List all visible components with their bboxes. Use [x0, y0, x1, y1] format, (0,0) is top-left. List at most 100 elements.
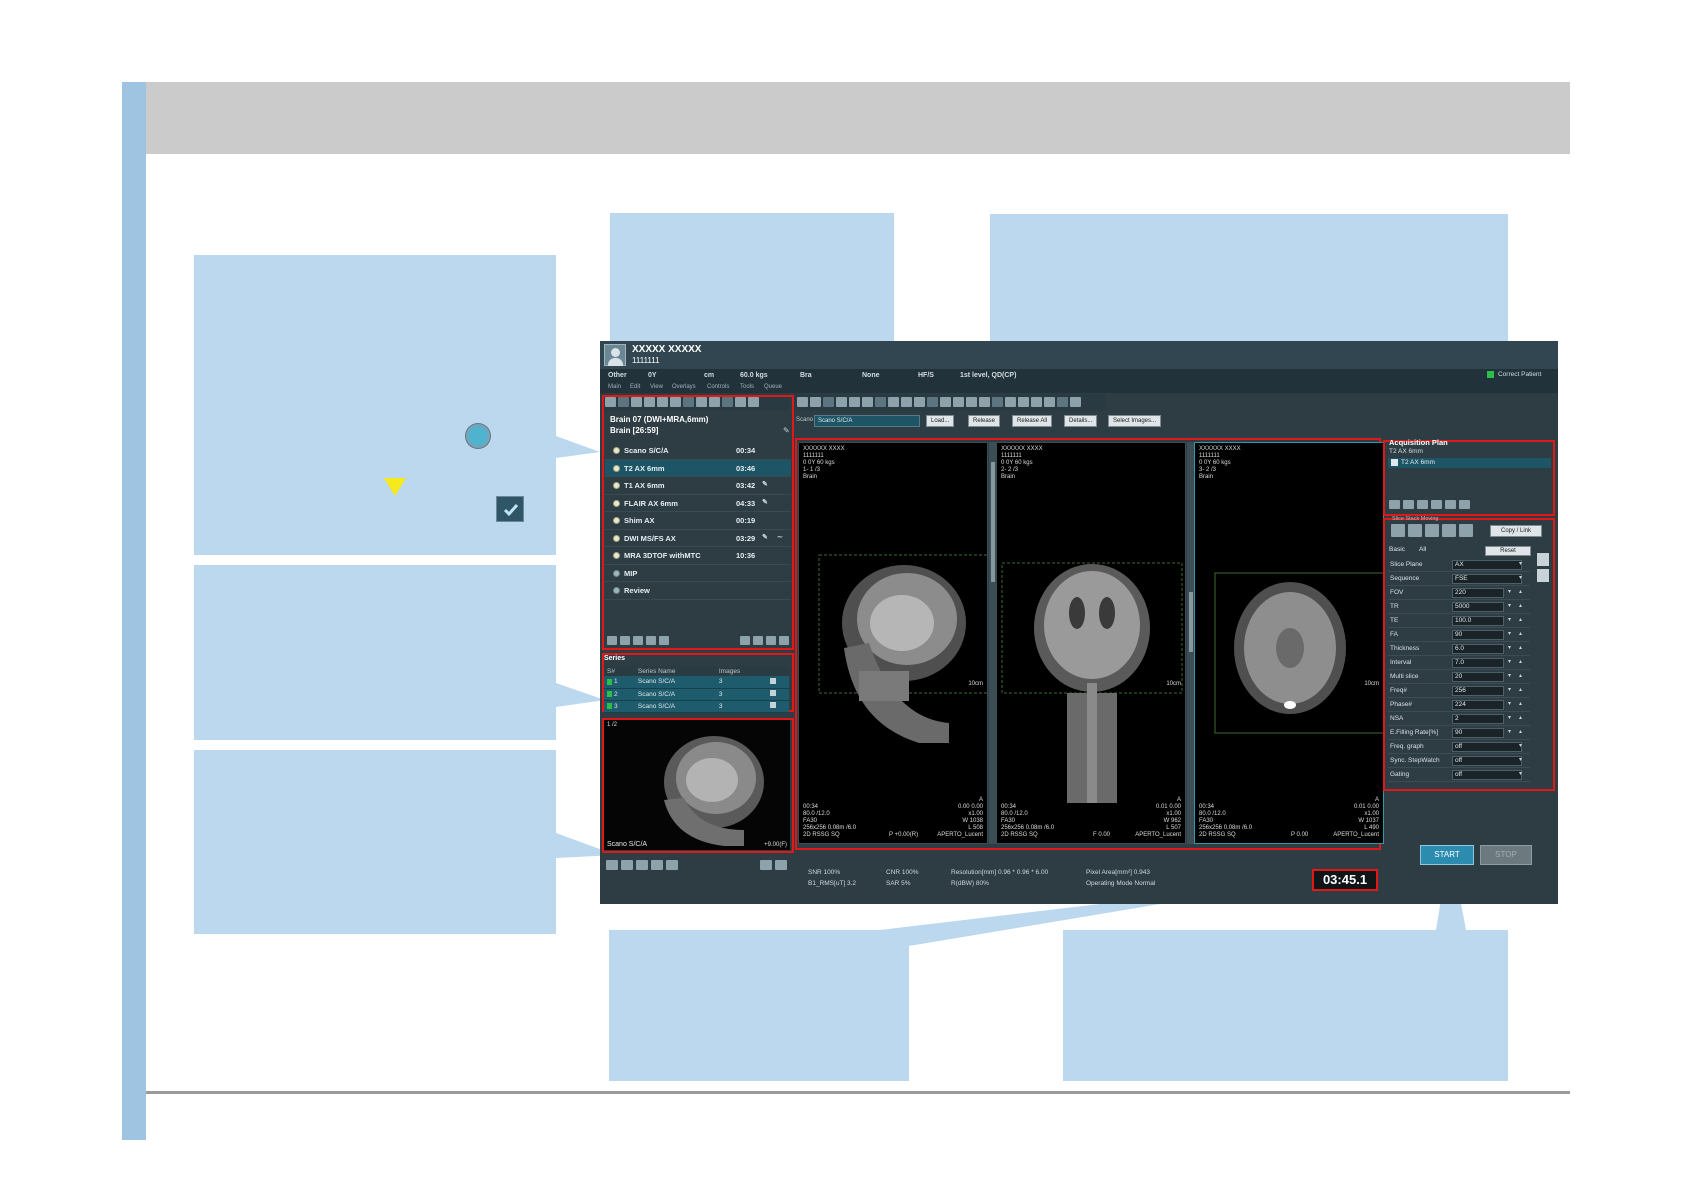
tool-icon[interactable]: [849, 397, 860, 407]
scrollbar-thumb[interactable]: [991, 462, 995, 582]
tool-icon[interactable]: [797, 397, 808, 407]
tool-icon[interactable]: [940, 397, 951, 407]
rotate-icon[interactable]: [1408, 524, 1422, 537]
tab-all[interactable]: All: [1419, 546, 1426, 553]
spin-up-icon[interactable]: ▴: [1519, 644, 1522, 651]
protocol-item[interactable]: Shim AX 00:19: [605, 512, 791, 530]
person-icon[interactable]: [779, 636, 789, 645]
tool-icon[interactable]: [979, 397, 990, 407]
edit-icon[interactable]: ✎: [762, 480, 768, 488]
spin-up-icon[interactable]: ▴: [1519, 686, 1522, 693]
acquisition-item-selected[interactable]: T2 AX 6mm: [1388, 458, 1551, 468]
menu-tools[interactable]: Tools: [740, 384, 754, 390]
parameter-input[interactable]: 7.0: [1452, 658, 1504, 668]
parameter-select[interactable]: FSE: [1452, 574, 1522, 584]
tool-icon[interactable]: [1057, 397, 1068, 407]
scrollbar-thumb[interactable]: [1189, 592, 1193, 652]
series-col-num[interactable]: S#: [604, 666, 635, 676]
tool-icon[interactable]: [992, 397, 1003, 407]
close-icon[interactable]: [1459, 500, 1470, 509]
reset-button[interactable]: Reset: [1485, 546, 1531, 556]
parameter-input[interactable]: 100.0: [1452, 616, 1504, 626]
parameter-select[interactable]: off: [1452, 770, 1522, 780]
image-stack-icon[interactable]: [769, 677, 776, 684]
copy-icon[interactable]: [646, 636, 656, 645]
parameter-input[interactable]: 90: [1452, 728, 1504, 738]
tool-icon[interactable]: [888, 397, 899, 407]
viewport-coronal[interactable]: XXXXXX XXXX 1111111 0 0Y 60 kgs 2- 2 /3 …: [996, 442, 1186, 844]
side-thumbnail[interactable]: [1537, 569, 1549, 582]
parameter-input[interactable]: 5000: [1452, 602, 1504, 612]
menu-controls[interactable]: Controls: [707, 384, 729, 390]
parameter-select[interactable]: AX: [1452, 560, 1522, 570]
spin-up-icon[interactable]: ▴: [1519, 714, 1522, 721]
release-button[interactable]: Release: [968, 415, 1001, 427]
tool-icon[interactable]: [810, 397, 821, 407]
tool-icon[interactable]: [927, 397, 938, 407]
parameter-input[interactable]: 20: [1452, 672, 1504, 682]
parameter-select[interactable]: off: [1452, 742, 1522, 752]
image-stack-icon[interactable]: [769, 702, 776, 708]
chevron-down-icon[interactable]: ▾: [1519, 560, 1522, 567]
protocol-item[interactable]: Scano S/C/A 00:34: [605, 442, 791, 460]
side-thumbnail[interactable]: [1537, 553, 1549, 566]
spin-up-icon[interactable]: ▴: [1519, 602, 1522, 609]
load-button[interactable]: Load...: [926, 415, 955, 427]
tool-icon[interactable]: [1018, 397, 1029, 407]
first-frame-icon[interactable]: [606, 860, 618, 870]
parameter-input[interactable]: 220: [1452, 588, 1504, 598]
viewport-sagittal[interactable]: XXXXXX XXXX 1111111 0 0Y 60 kgs 1- 1 /3 …: [798, 442, 988, 844]
move-icon[interactable]: [1391, 524, 1405, 537]
copy-icon[interactable]: [1445, 500, 1456, 509]
tool-icon[interactable]: [1031, 397, 1042, 407]
tool-icon[interactable]: [901, 397, 912, 407]
image-stack-icon[interactable]: [769, 690, 776, 696]
series-thumbnail[interactable]: 1 /2 Scano S/C/A +9.00(F): [604, 720, 790, 850]
layout-icon[interactable]: [775, 860, 787, 870]
tool-icon[interactable]: [966, 397, 977, 407]
spin-up-icon[interactable]: ▴: [1519, 728, 1522, 735]
tilt-icon[interactable]: [1425, 524, 1439, 537]
spin-up-icon[interactable]: ▴: [1519, 672, 1522, 679]
series-col-name[interactable]: Series Name: [634, 666, 716, 676]
tool-icon[interactable]: [875, 397, 886, 407]
spin-down-icon[interactable]: ▾: [1508, 686, 1511, 693]
chevron-down-icon[interactable]: ▾: [1519, 756, 1522, 763]
crosshair-icon[interactable]: [1442, 524, 1456, 537]
spin-down-icon[interactable]: ▾: [1508, 644, 1511, 651]
grid-icon[interactable]: [1417, 500, 1428, 509]
series-select[interactable]: Scano S/C/A: [814, 415, 920, 427]
menu-edit[interactable]: Edit: [630, 384, 640, 390]
parameter-input[interactable]: 256: [1452, 686, 1504, 696]
spin-down-icon[interactable]: ▾: [1508, 714, 1511, 721]
spin-up-icon[interactable]: ▴: [1519, 588, 1522, 595]
play-icon[interactable]: [636, 860, 648, 870]
tool-icon[interactable]: [862, 397, 873, 407]
spin-down-icon[interactable]: ▾: [1508, 602, 1511, 609]
series-col-images[interactable]: Images: [715, 666, 767, 676]
details-button[interactable]: Details...: [1064, 415, 1098, 427]
spin-up-icon[interactable]: ▴: [1519, 658, 1522, 665]
start-button[interactable]: START: [1420, 845, 1474, 865]
series-row[interactable]: 2 Scano S/C/A 3: [604, 688, 789, 701]
tool-icon[interactable]: [823, 397, 834, 407]
chevron-down-icon[interactable]: ▾: [1519, 574, 1522, 581]
arrow-down-icon[interactable]: [1389, 500, 1400, 509]
protocol-item[interactable]: FLAIR AX 6mm 04:33 ✎: [605, 495, 791, 512]
close-icon[interactable]: [753, 636, 763, 645]
protocol-item[interactable]: Review: [605, 582, 791, 600]
spin-up-icon[interactable]: ▴: [1519, 630, 1522, 637]
stack-icon[interactable]: [1459, 524, 1473, 537]
arrow-up-icon[interactable]: [620, 636, 630, 645]
next-frame-icon[interactable]: [651, 860, 663, 870]
window-icon[interactable]: [740, 636, 750, 645]
wave-icon[interactable]: ∼: [777, 533, 783, 541]
clock-icon[interactable]: [766, 636, 776, 645]
window-icon[interactable]: [1431, 500, 1442, 509]
spin-up-icon[interactable]: ▴: [1519, 700, 1522, 707]
arrow-down-icon[interactable]: [607, 636, 617, 645]
last-frame-icon[interactable]: [666, 860, 678, 870]
copy-link-button[interactable]: Copy / Link: [1490, 525, 1542, 537]
spin-down-icon[interactable]: ▾: [1508, 616, 1511, 623]
select-images-button[interactable]: Select Images...: [1108, 415, 1162, 427]
